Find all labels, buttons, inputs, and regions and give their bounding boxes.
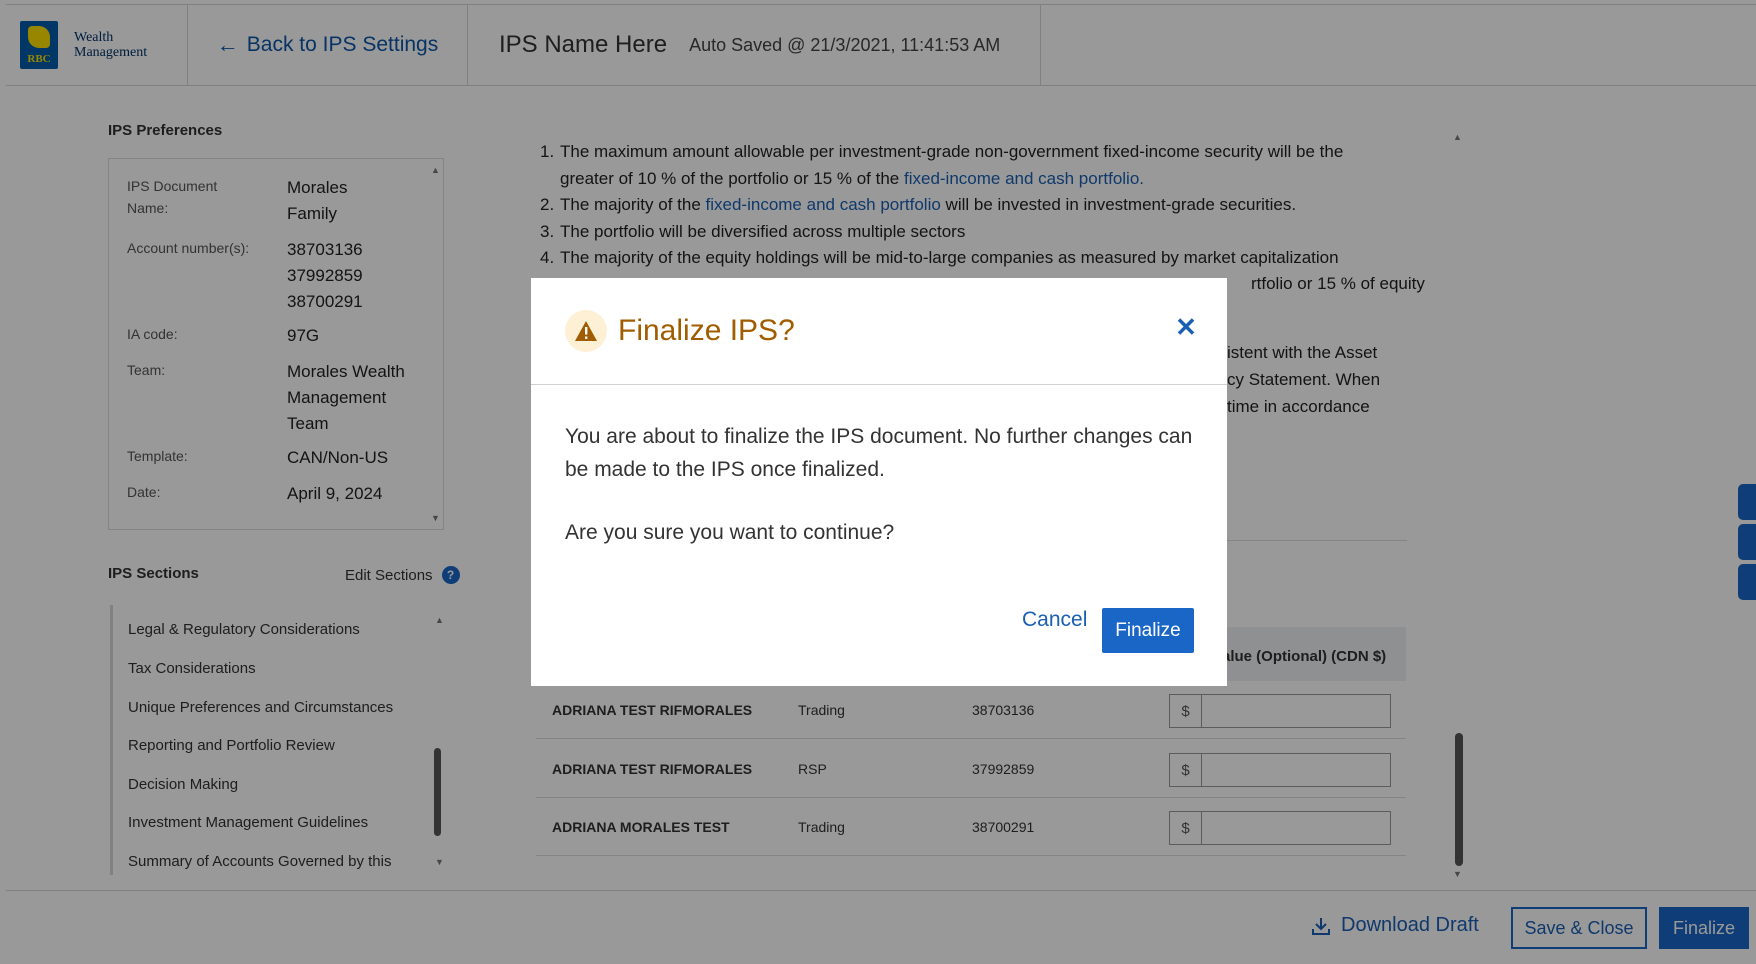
- close-icon[interactable]: ✕: [1171, 312, 1201, 342]
- finalize-dialog: Finalize IPS? ✕ You are about to finaliz…: [531, 278, 1227, 686]
- dialog-header: Finalize IPS? ✕: [531, 278, 1227, 385]
- dialog-title: Finalize IPS?: [618, 314, 795, 347]
- confirm-finalize-button[interactable]: Finalize: [1102, 608, 1194, 653]
- dialog-message: You are about to finalize the IPS docume…: [565, 425, 1193, 481]
- warning-icon: [565, 310, 607, 352]
- cancel-button[interactable]: Cancel: [1022, 608, 1087, 632]
- dialog-question: Are you sure you want to continue?: [565, 521, 895, 544]
